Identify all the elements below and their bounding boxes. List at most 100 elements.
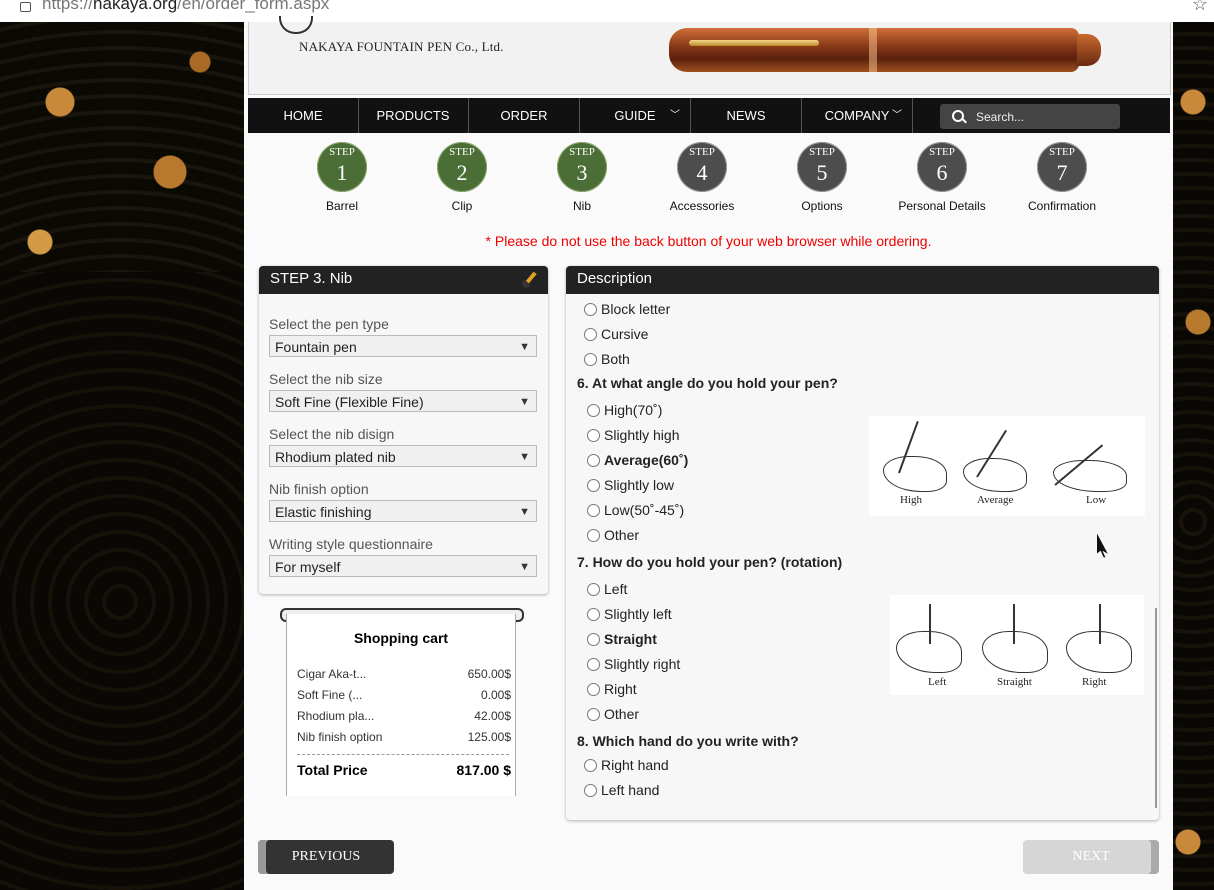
chevron-down-icon: ﹀ [670, 110, 680, 121]
cart-item: Rhodium pla... 42.00$ [297, 709, 511, 723]
radio-rotation-straight[interactable]: Straight [587, 631, 657, 647]
step-badge: STEP 6 [917, 142, 967, 192]
step-label: Confirmation [1027, 199, 1097, 213]
site-header: NAKAYA FOUNTAIN PEN Co., Ltd. [248, 16, 1171, 95]
step-personal-details[interactable]: STEP 6 Personal Details [882, 142, 1002, 213]
nav-products[interactable]: PRODUCTS [358, 98, 469, 133]
caption-high: High [900, 494, 922, 506]
step-nib[interactable]: STEP 3 Nib [522, 142, 642, 213]
chevron-down-icon: ▼ [519, 341, 530, 353]
question-8: 8. Which hand do you write with? [577, 733, 799, 749]
cart-item: Soft Fine (... 0.00$ [297, 688, 511, 702]
next-button[interactable]: NEXT [1023, 840, 1159, 874]
radio-angle-average[interactable]: Average(60˚) [587, 452, 688, 468]
nib-design-select[interactable]: Rhodium plated nib ▼ [269, 445, 537, 467]
step-label: Clip [451, 199, 473, 213]
radio-angle-slightly-low[interactable]: Slightly low [587, 477, 674, 493]
radio-rotation-left[interactable]: Left [587, 581, 627, 597]
header-pen-image [669, 24, 1109, 74]
radio-rotation-other[interactable]: Other [587, 706, 639, 722]
nav-guide[interactable]: GUIDE ﹀ [580, 98, 691, 133]
radio-left-hand[interactable]: Left hand [584, 782, 659, 798]
panel-header: Description [566, 266, 1159, 294]
cart-title: Shopping cart [353, 630, 449, 646]
radio-right-hand[interactable]: Right hand [584, 757, 669, 773]
url-text[interactable]: https://nakaya.org/en/order_form.aspx [42, 0, 329, 14]
caption-right: Right [1082, 676, 1107, 688]
nav-home[interactable]: HOME [248, 98, 359, 133]
bookmark-star-icon[interactable]: ☆ [1192, 0, 1208, 15]
search-input[interactable] [974, 107, 1118, 127]
radio-angle-high[interactable]: High(70˚) [587, 402, 662, 418]
pen-type-select[interactable]: Fountain pen ▼ [269, 335, 537, 357]
nav-news[interactable]: NEWS [691, 98, 802, 133]
browser-url-bar[interactable]: https://nakaya.org/en/order_form.aspx ☆ [0, 0, 1214, 23]
chevron-down-icon: ▼ [519, 506, 530, 518]
brush-icon [523, 271, 537, 287]
nib-design-label: Select the nib disign [269, 426, 395, 442]
background-pattern-right [1173, 22, 1214, 890]
questionnaire-label: Writing style questionnaire [269, 536, 433, 552]
nib-finish-select[interactable]: Elastic finishing ▼ [269, 500, 537, 522]
background-pattern-left [0, 22, 244, 890]
pen-rotation-illustration: Left Straight Right [890, 595, 1144, 695]
questionnaire-select[interactable]: For myself ▼ [269, 555, 537, 577]
radio-block-letter[interactable]: Block letter [584, 301, 670, 317]
caption-straight: Straight [997, 676, 1032, 688]
nib-size-label: Select the nib size [269, 371, 383, 387]
step-confirmation[interactable]: STEP 7 Confirmation [1002, 142, 1122, 213]
description-scrollbar[interactable] [1155, 608, 1157, 808]
nib-size-select[interactable]: Soft Fine (Flexible Fine) ▼ [269, 390, 537, 412]
caption-average: Average [977, 494, 1014, 506]
order-page: NAKAYA FOUNTAIN PEN Co., Ltd. HOME PRODU… [244, 16, 1173, 890]
step-label: Personal Details [898, 199, 986, 213]
cart-item: Nib finish option 125.00$ [297, 730, 511, 744]
step-label: Accessories [669, 199, 735, 213]
chevron-down-icon: ▼ [519, 451, 530, 463]
shopping-cart: Shopping cart Cigar Aka-t... 650.00$ Soft… [286, 614, 516, 796]
nav-company[interactable]: COMPANY ﹀ [802, 98, 913, 133]
caption-low: Low [1086, 494, 1107, 506]
cart-total: Total Price 817.00 $ [297, 762, 511, 778]
pen-angle-illustration: High Average Low [869, 416, 1145, 516]
nib-options-panel: STEP 3. Nib Select the pen type Fountain… [259, 266, 548, 594]
back-button-warning: * Please do not use the back button of y… [485, 233, 932, 249]
description-panel: Description Block letter Cursive Both 6.… [566, 266, 1159, 820]
step-label: Nib [572, 199, 591, 213]
step-badge: STEP 1 [317, 142, 367, 192]
step-badge: STEP 4 [677, 142, 727, 192]
radio-rotation-slightly-right[interactable]: Slightly right [587, 656, 680, 672]
radio-angle-low[interactable]: Low(50˚-45˚) [587, 502, 684, 518]
radio-both[interactable]: Both [584, 351, 630, 367]
step-accessories[interactable]: STEP 4 Accessories [642, 142, 762, 213]
radio-angle-other[interactable]: Other [587, 527, 639, 543]
cart-item: Cigar Aka-t... 650.00$ [297, 667, 511, 681]
caption-left: Left [928, 676, 947, 688]
panel-header: STEP 3. Nib [259, 266, 548, 294]
step-badge: STEP 3 [557, 142, 607, 192]
step-clip[interactable]: STEP 2 Clip [402, 142, 522, 213]
search-icon [952, 110, 964, 122]
radio-angle-slightly-high[interactable]: Slightly high [587, 427, 680, 443]
logo-globe-icon[interactable] [279, 16, 313, 34]
lock-icon [20, 2, 31, 12]
chevron-down-icon: ▼ [519, 561, 530, 573]
step-badge: STEP 7 [1037, 142, 1087, 192]
step-options[interactable]: STEP 5 Options [762, 142, 882, 213]
step-label: Barrel [325, 199, 358, 213]
pen-type-label: Select the pen type [269, 316, 389, 332]
question-6: 6. At what angle do you hold your pen? [577, 375, 838, 391]
radio-rotation-right[interactable]: Right [587, 681, 637, 697]
step-barrel[interactable]: STEP 1 Barrel [282, 142, 402, 213]
step-label: Options [801, 199, 843, 213]
radio-rotation-slightly-left[interactable]: Slightly left [587, 606, 672, 622]
nav-order[interactable]: ORDER [469, 98, 580, 133]
nib-finish-label: Nib finish option [269, 481, 369, 497]
company-name[interactable]: NAKAYA FOUNTAIN PEN Co., Ltd. [299, 39, 504, 55]
chevron-down-icon: ▼ [519, 396, 530, 408]
radio-cursive[interactable]: Cursive [584, 326, 648, 342]
search-box[interactable] [940, 104, 1120, 129]
chevron-down-icon: ﹀ [892, 110, 902, 121]
step-badge: STEP 5 [797, 142, 847, 192]
previous-button[interactable]: PREVIOUS [258, 840, 394, 874]
